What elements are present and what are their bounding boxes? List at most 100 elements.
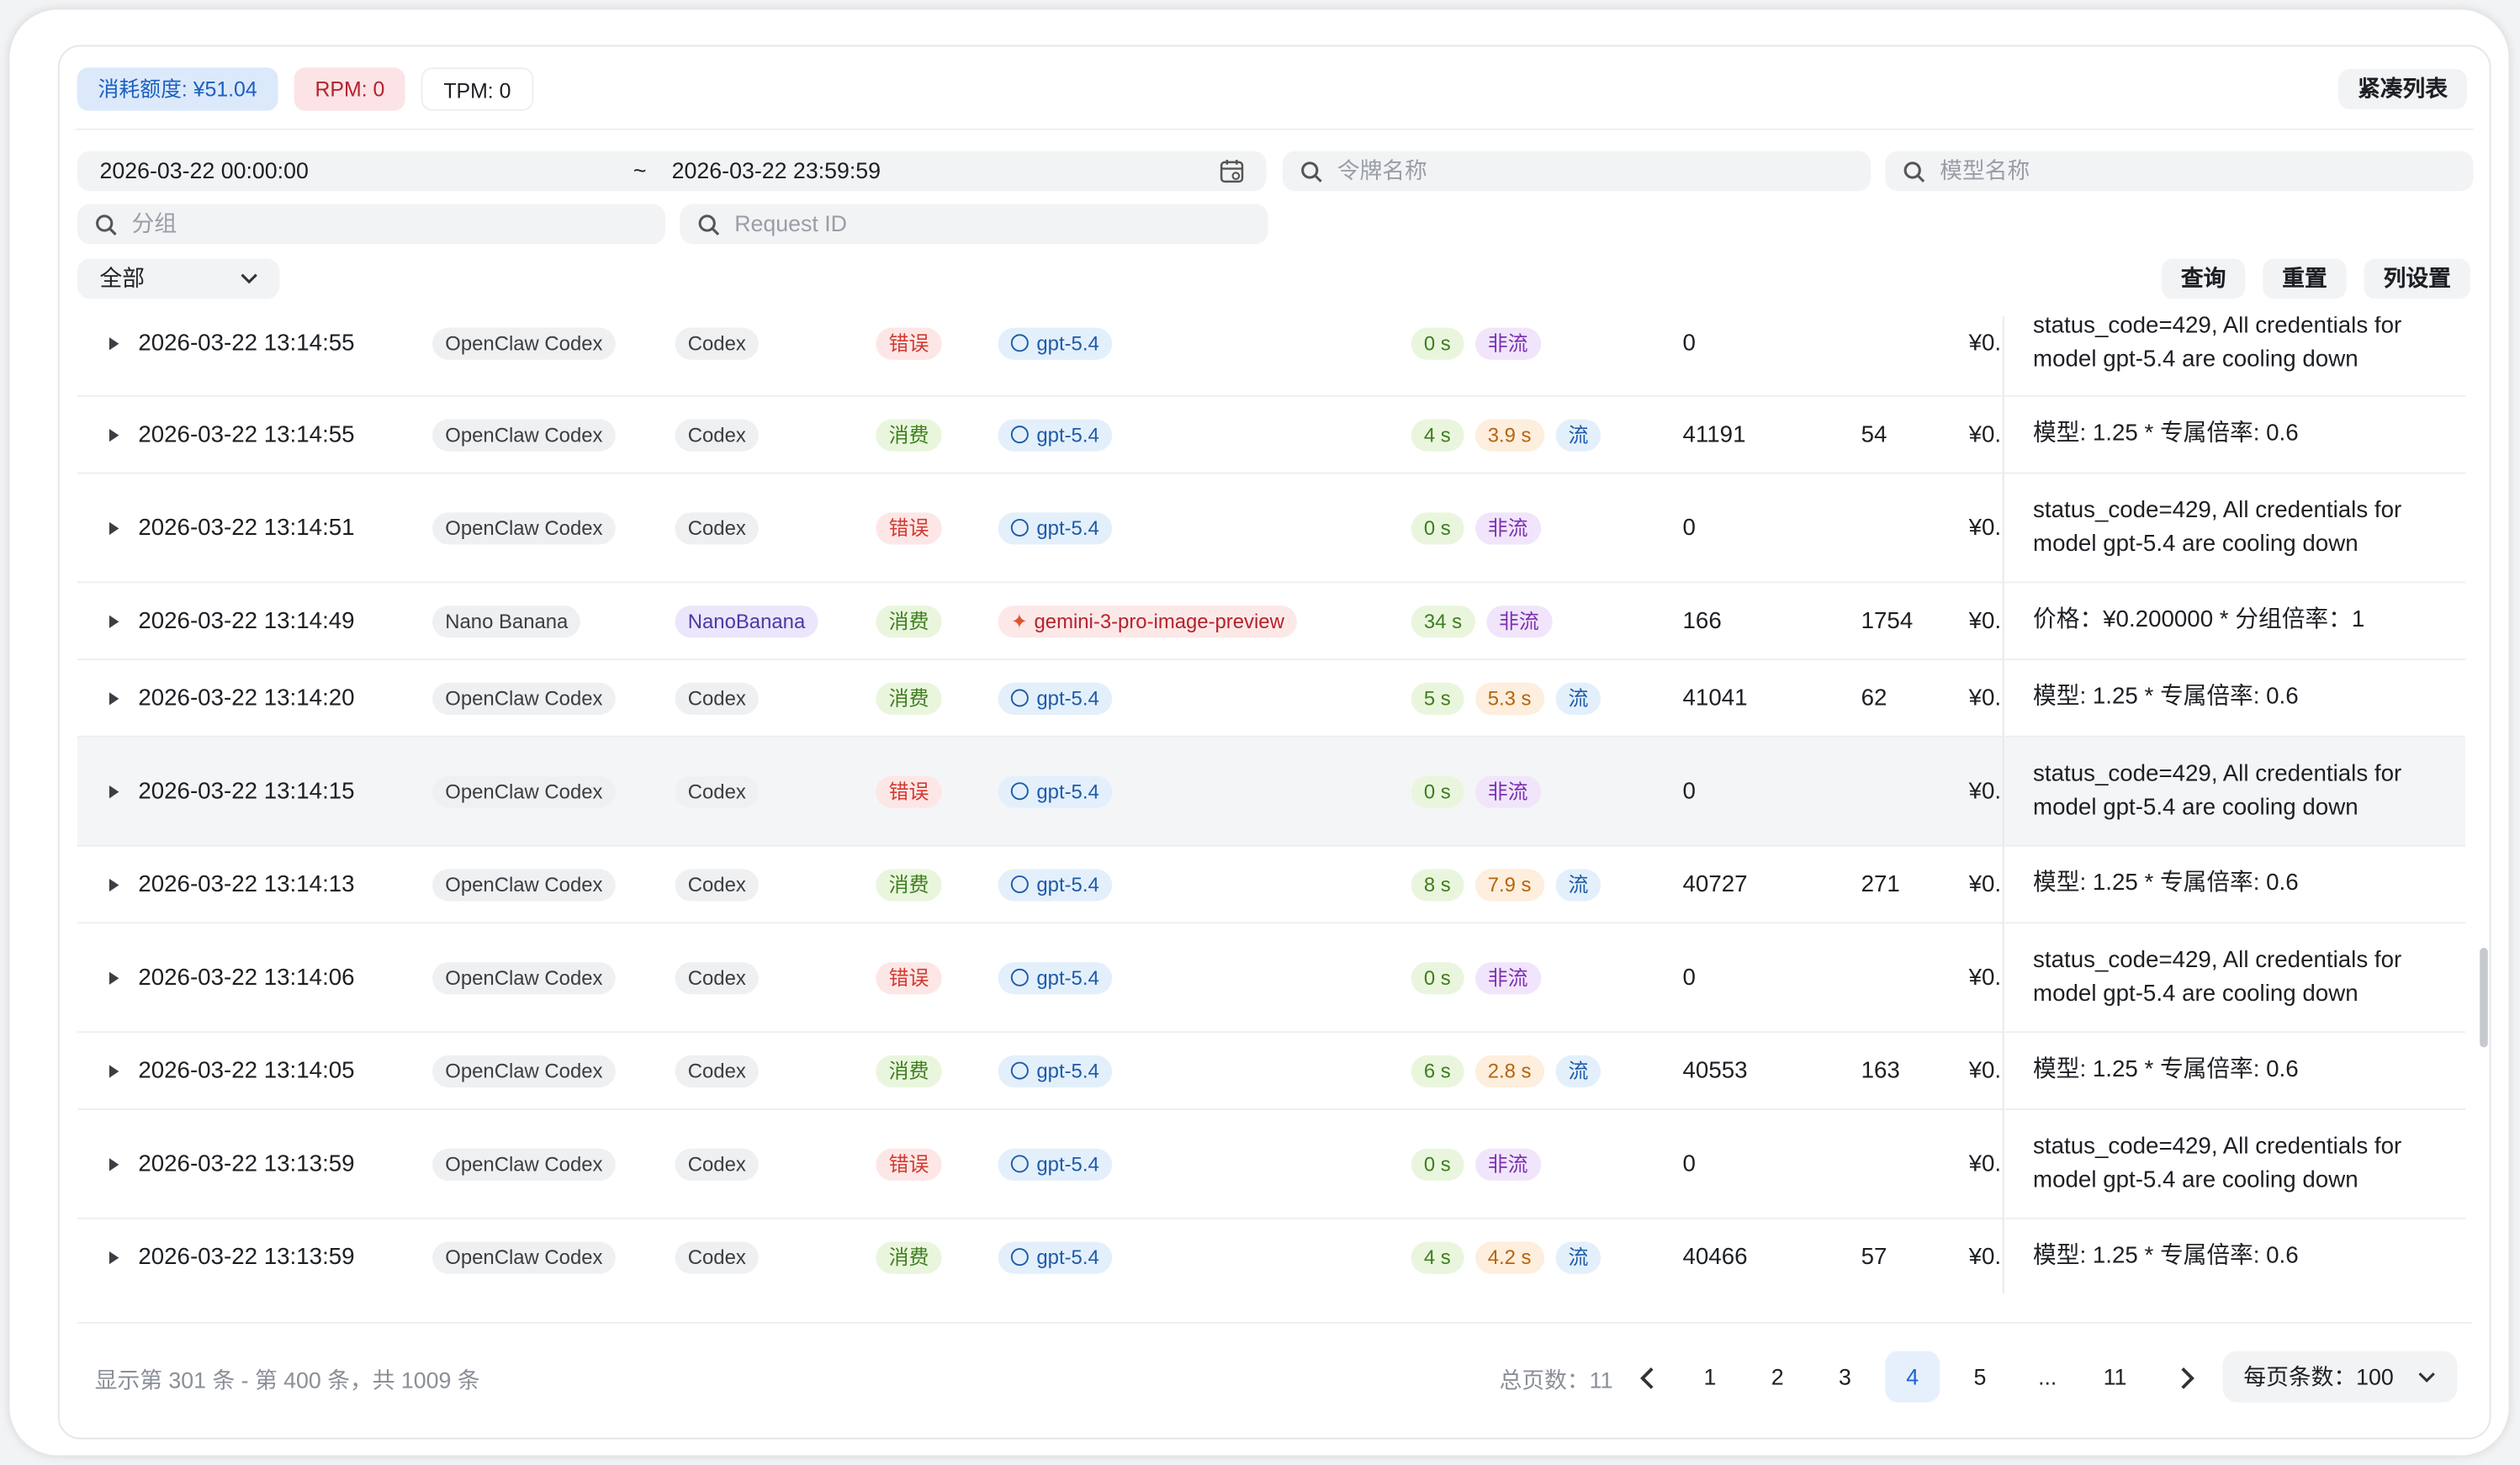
chevron-right-icon[interactable] [2174,1366,2197,1392]
expand-caret[interactable] [109,316,119,395]
table-row[interactable]: 2026-03-22 13:14:13 OpenClaw Codex Codex 消费… [77,846,2466,924]
detail-line: model gpt-5.4 are cooling down [2033,1166,2359,1193]
expand-caret[interactable] [109,1219,119,1293]
openai-icon [1010,875,1029,893]
stream-tag: 流 [1555,418,1601,451]
first-token-time: 8 s [1411,868,1464,901]
generation-time: 7.9 s [1474,868,1544,901]
expand-caret[interactable] [109,583,119,658]
search-icon [1903,161,1925,182]
model-name: gpt-5.4 [1036,873,1099,896]
page-11-button[interactable]: 11 [2088,1351,2142,1402]
table-row[interactable]: 2026-03-22 13:13:59 OpenClaw Codex Codex 消费… [77,1219,2465,1293]
model-name: gpt-5.4 [1036,686,1099,710]
model-name: gpt-5.4 [1036,1246,1099,1269]
generation-time: 3.9 s [1474,418,1544,451]
table-row[interactable]: 2026-03-22 13:14:49 Nano Banana NanoBanana… [77,583,2466,661]
model-tag: ✦ gemini-3-pro-image-preview [998,605,1298,637]
detail-line: status_code=429, All credentials for [2033,760,2402,786]
model-tag: gpt-5.4 [998,418,1113,451]
detail-line: status_code=429, All credentials for [2033,947,2402,973]
calendar-icon[interactable] [1220,159,1244,183]
openai-icon [1010,1060,1029,1079]
detail-cell: status_code=429, All credentials for mode… [2002,923,2462,1032]
generation-time: 4.2 s [1474,1240,1544,1273]
expand-caret[interactable] [109,923,119,1031]
token-tag: OpenClaw Codex [431,775,616,807]
quota-badge: 消耗额度: ¥51.04 [77,67,278,111]
model-name: gpt-5.4 [1036,1152,1099,1176]
page-1-button[interactable]: 1 [1683,1351,1738,1402]
type-tag: 错误 [876,511,942,544]
token-tag: Nano Banana [431,605,581,637]
table-row[interactable]: 2026-03-22 13:14:06 OpenClaw Codex Codex 错误… [77,923,2466,1034]
token-tag: OpenClaw Codex [431,1147,616,1180]
log-type-value: 全部 [99,265,145,291]
openai-icon [1010,425,1029,443]
type-tag: 错误 [876,961,942,994]
detail-line: status_code=429, All credentials for [2033,316,2402,339]
input-tokens: 0 [1682,515,1696,541]
end-date[interactable]: 2026-03-22 23:59:59 [672,151,881,192]
table-row[interactable]: 2026-03-22 13:14:20 OpenClaw Codex Codex 消费… [77,660,2466,738]
date-range-picker[interactable]: 2026-03-22 00:00:00 ~ 2026-03-22 23:59:5… [77,151,1267,192]
chevron-left-icon[interactable] [1638,1366,1660,1392]
group-placeholder: 分组 [131,210,177,236]
group-tag: Codex [675,326,760,359]
first-token-time: 4 s [1411,1240,1464,1273]
first-token-time: 0 s [1411,511,1464,544]
page-4-button[interactable]: 4 [1885,1351,1940,1403]
group-field[interactable]: 分组 [77,204,666,245]
token-name-field[interactable]: 令牌名称 [1282,151,1871,192]
detail-cell: 模型: 1.25 * 专属倍率: 0.6 [2002,1033,2462,1108]
type-tag: 消费 [876,868,942,901]
reset-button[interactable]: 重置 [2263,258,2347,299]
cost-cell: ¥0. [1968,1057,2002,1084]
table-row[interactable]: 2026-03-22 13:14:55 OpenClaw Codex Codex 错误… [77,316,2466,397]
log-type-select[interactable]: 全部 [77,258,280,299]
cost-cell: ¥0. [1968,871,2002,897]
detail-cell: status_code=429, All credentials for mode… [2002,737,2463,845]
openai-icon [1010,518,1029,537]
request-id-field[interactable]: Request ID [680,204,1268,245]
group-tag: Codex [675,961,760,994]
expand-caret[interactable] [109,1110,119,1218]
model-name: gpt-5.4 [1036,516,1099,539]
page-size-select[interactable]: 每页条数：100 [2222,1351,2458,1403]
model-name-field[interactable]: 模型名称 [1885,151,2474,192]
group-tag: Codex [675,511,760,544]
compact-list-button[interactable]: 紧凑列表 [2338,69,2467,109]
input-tokens: 0 [1682,1150,1696,1177]
column-settings-button[interactable]: 列设置 [2364,258,2470,299]
time-cell: 2026-03-22 13:13:59 [138,1244,355,1270]
token-tag: OpenClaw Codex [431,511,616,544]
page-2-button[interactable]: 2 [1750,1351,1805,1402]
detail-line: 模型: 1.25 * 专属倍率: 0.6 [2033,684,2299,711]
input-tokens: 40466 [1682,1244,1748,1270]
expand-caret[interactable] [109,397,119,473]
table-row[interactable]: 2026-03-22 13:14:05 OpenClaw Codex Codex 消费… [77,1033,2466,1110]
model-tag: gpt-5.4 [998,1240,1113,1273]
model-tag: gpt-5.4 [998,1147,1113,1180]
table-row[interactable]: 2026-03-22 13:13:59 OpenClaw Codex Codex 错误… [77,1109,2466,1219]
expand-caret[interactable] [109,660,119,736]
header-divider [75,128,2474,130]
table-row[interactable]: 2026-03-22 13:14:55 OpenClaw Codex Codex 消费… [77,396,2466,474]
time-cell: 2026-03-22 13:14:05 [138,1057,355,1084]
stream-tag: 非流 [1474,1147,1541,1180]
group-tag: Codex [675,418,760,451]
expand-caret[interactable] [109,847,119,923]
cost-cell: ¥0. [1968,1244,2002,1270]
expand-caret[interactable] [109,473,119,581]
expand-caret[interactable] [109,738,119,845]
model-tag: gpt-5.4 [998,1054,1113,1087]
table-row[interactable]: 2026-03-22 13:14:51 OpenClaw Codex Codex 错误… [77,473,2466,584]
query-button[interactable]: 查询 [2161,258,2246,299]
table-row[interactable]: 2026-03-22 13:14:15 OpenClaw Codex Codex 错误… [77,737,2466,847]
tpm-badge: TPM: 0 [421,67,534,111]
scrollbar-thumb[interactable] [2480,947,2488,1048]
expand-caret[interactable] [109,1033,119,1108]
start-date[interactable]: 2026-03-22 00:00:00 [99,151,308,192]
page-5-button[interactable]: 5 [1953,1351,2008,1402]
page-3-button[interactable]: 3 [1818,1351,1872,1402]
